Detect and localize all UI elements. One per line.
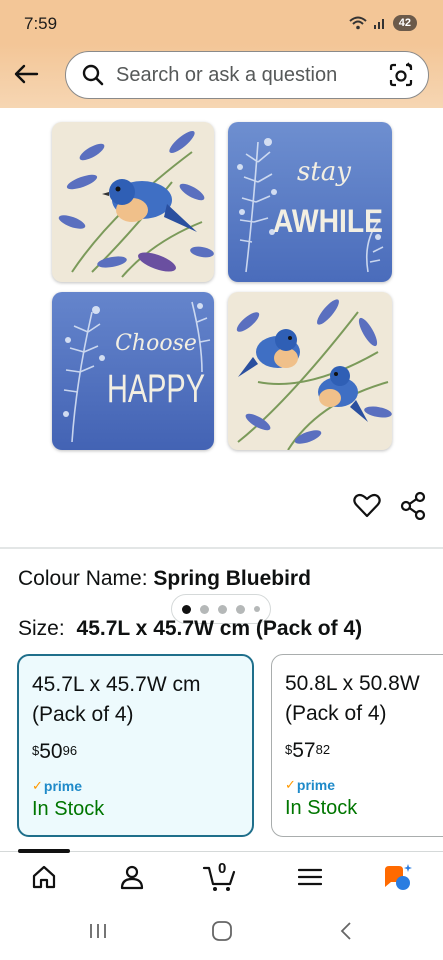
wishlist-heart-icon[interactable] [352,490,382,520]
recent-apps-icon [90,924,106,938]
status-icons: 42 [349,14,417,32]
status-time: 7:59 [24,14,58,33]
size-value: 45.7L x 45.7W cm (Pack of 4) [76,617,363,640]
product-image-gallery[interactable]: stay AWHILE Choose HAPPY [0,108,443,624]
pillow-image-choose-happy: Choose HAPPY [52,292,214,450]
nav-rufus[interactable] [376,860,420,894]
system-back-button[interactable] [331,918,361,944]
price-fraction: 82 [315,742,331,757]
size-option-price: $ 57 82 [285,739,443,763]
signal-icon [373,19,384,29]
size-option-name: 50.8L x 50.8W [285,672,420,695]
nav-account[interactable] [110,860,154,894]
stock-status: In Stock [285,797,358,819]
prime-label: prime [296,777,336,793]
price-currency: $ [32,743,40,758]
stock-status: In Stock [32,798,105,820]
colour-label: Colour Name: [18,567,148,590]
home-icon [32,865,56,889]
home-circle-icon [212,921,232,941]
chevron-left-icon [340,922,351,940]
nav-home[interactable] [22,860,66,894]
carousel-dot[interactable] [254,606,260,612]
svg-text:stay: stay [297,157,351,187]
size-option-pack: (Pack of 4) [285,702,387,725]
menu-icon [298,868,322,886]
carousel-dot[interactable] [218,604,227,614]
cart-count: 0 [218,860,227,877]
recent-apps-button[interactable] [83,918,113,944]
carousel-dot[interactable] [236,604,245,614]
prime-badge: ✓ prime [32,778,239,794]
size-row: Size: 45.7L x 45.7W cm (Pack of 4) [18,617,362,641]
search-input[interactable]: Search or ask a question [116,64,388,87]
svg-text:HAPPY: HAPPY [107,367,205,411]
prime-label: prime [43,778,83,794]
size-option-pack: (Pack of 4) [32,703,134,726]
share-icon[interactable] [398,490,428,521]
carousel-dot[interactable] [182,604,191,614]
colour-name-row: Colour Name: Spring Bluebird [18,567,311,591]
back-arrow-icon [14,64,39,84]
search-bar[interactable]: Search or ask a question [65,51,429,99]
system-navigation-bar [0,900,443,960]
size-option-price: $ 50 96 [32,740,239,764]
svg-text:AWHILE: AWHILE [273,203,383,239]
pillow-image-bluebird [52,122,214,282]
rufus-icon [385,864,412,890]
account-icon [120,865,144,890]
price-currency: $ [285,742,293,757]
size-option-name: 45.7L x 45.7W cm [32,673,201,696]
prime-check-icon: ✓ [285,777,296,792]
nav-cart[interactable]: 0 [198,860,242,894]
price-fraction: 96 [62,743,78,758]
status-bar: 7:59 42 [0,0,443,44]
pillow-image-two-bluebirds [228,292,392,450]
active-tab-indicator [18,849,70,853]
camera-search-icon[interactable] [388,62,414,88]
svg-text:Choose: Choose [115,331,197,356]
size-option-card-selected[interactable]: 45.7L x 45.7W cm (Pack of 4) $ 50 96 ✓ p… [17,654,254,837]
search-icon [82,64,104,86]
battery-indicator: 42 [392,15,417,31]
carousel-dot[interactable] [200,604,209,614]
wifi-icon [349,16,367,30]
search-header: Search or ask a question [0,44,443,108]
colour-value: Spring Bluebird [153,567,311,590]
pillow-image-stay-awhile: stay AWHILE [228,122,392,282]
size-label: Size: [18,617,65,640]
size-option-card[interactable]: 50.8L x 50.8W (Pack of 4) $ 57 82 ✓ prim… [271,654,443,837]
prime-badge: ✓ prime [285,777,443,793]
back-button[interactable] [12,60,40,88]
price-whole: 50 [39,740,63,763]
prime-check-icon: ✓ [32,778,43,793]
nav-menu[interactable] [288,860,332,894]
price-whole: 57 [292,739,316,762]
section-divider [0,547,443,549]
home-system-button[interactable] [207,918,237,944]
